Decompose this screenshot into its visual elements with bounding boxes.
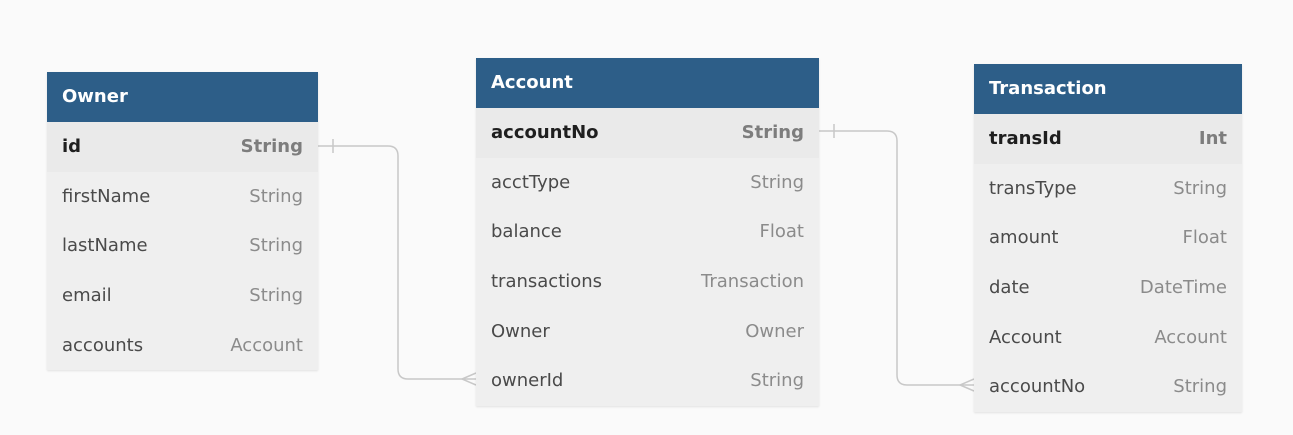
field-name: acctType <box>491 171 571 193</box>
field-name: Account <box>989 326 1062 348</box>
field-type: Float <box>759 221 804 243</box>
account-field-owner[interactable]: Owner Owner <box>476 306 819 356</box>
transaction-field-transtype[interactable]: transType String <box>974 164 1242 214</box>
many-marker-account-ownerid <box>460 372 477 386</box>
many-marker-transaction-accountno <box>958 378 975 392</box>
field-name: ownerId <box>491 370 564 392</box>
account-field-ownerid[interactable]: ownerId String <box>476 356 819 406</box>
transaction-field-accountno[interactable]: accountNo String <box>974 362 1242 412</box>
field-type: String <box>750 370 804 392</box>
field-type: String <box>1173 177 1227 199</box>
field-type: Owner <box>745 320 804 342</box>
account-field-transactions[interactable]: transactions Transaction <box>476 257 819 307</box>
owner-field-lastname[interactable]: lastName String <box>47 221 318 271</box>
field-type: String <box>249 185 303 207</box>
owner-field-firstname[interactable]: firstName String <box>47 172 318 222</box>
account-table-header[interactable]: Account <box>476 58 819 108</box>
relation-account-transaction[interactable] <box>819 130 974 386</box>
owner-field-email[interactable]: email String <box>47 271 318 321</box>
field-type: Int <box>1198 128 1227 150</box>
field-name: email <box>62 285 112 307</box>
field-name: transType <box>989 177 1077 199</box>
account-table[interactable]: Account accountNo String acctType String… <box>476 58 819 406</box>
account-field-balance[interactable]: balance Float <box>476 207 819 257</box>
transaction-field-transid[interactable]: transId Int <box>974 114 1242 164</box>
owner-field-id[interactable]: id String <box>47 122 318 172</box>
transaction-field-account[interactable]: Account Account <box>974 312 1242 362</box>
owner-table-header[interactable]: Owner <box>47 72 318 122</box>
field-name: accountNo <box>491 122 599 144</box>
transaction-table-header[interactable]: Transaction <box>974 64 1242 114</box>
relation-owner-account[interactable] <box>318 145 476 380</box>
field-type: String <box>240 136 303 158</box>
field-name: firstName <box>62 185 151 207</box>
field-type: String <box>741 122 804 144</box>
field-name: transactions <box>491 271 603 293</box>
transaction-field-date[interactable]: date DateTime <box>974 263 1242 313</box>
field-type: String <box>1173 376 1227 398</box>
field-name: lastName <box>62 235 148 257</box>
field-name: date <box>989 277 1030 299</box>
field-name: transId <box>989 128 1062 150</box>
field-type: Float <box>1182 227 1227 249</box>
field-type: String <box>249 285 303 307</box>
field-type: Transaction <box>701 271 804 293</box>
field-name: accounts <box>62 334 144 356</box>
transaction-table[interactable]: Transaction transId Int transType String… <box>974 64 1242 412</box>
account-field-accttype[interactable]: acctType String <box>476 158 819 208</box>
field-name: id <box>62 136 82 158</box>
field-type: String <box>750 171 804 193</box>
field-name: Owner <box>491 320 550 342</box>
owner-field-accounts[interactable]: accounts Account <box>47 320 318 370</box>
field-type: Account <box>230 334 303 356</box>
field-name: accountNo <box>989 376 1086 398</box>
field-name: amount <box>989 227 1059 249</box>
transaction-field-amount[interactable]: amount Float <box>974 213 1242 263</box>
owner-table[interactable]: Owner id String firstName String lastNam… <box>47 72 318 370</box>
field-type: String <box>249 235 303 257</box>
account-field-accountno[interactable]: accountNo String <box>476 108 819 158</box>
field-type: Account <box>1154 326 1227 348</box>
field-type: DateTime <box>1139 277 1227 299</box>
field-name: balance <box>491 221 562 243</box>
